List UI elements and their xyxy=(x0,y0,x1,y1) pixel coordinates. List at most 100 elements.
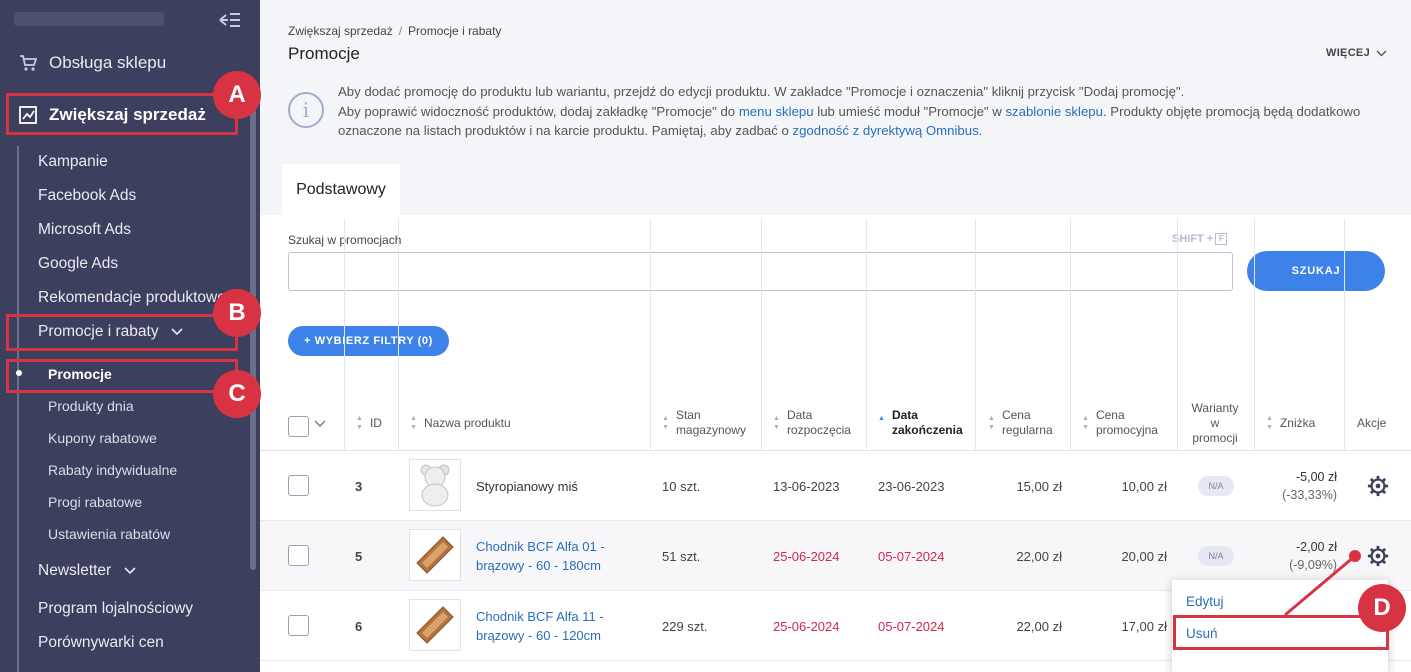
sidebar-item-product-recommendations[interactable]: Rekomendacje produktowe xyxy=(38,289,226,307)
table-row: 3 Styropianowy miś 10 szt. 13-06-2023 23… xyxy=(260,451,1411,521)
sidebar-sub-coupons[interactable]: Kupony rabatowe xyxy=(48,430,157,446)
column-divider xyxy=(1254,219,1255,451)
omnibus-link[interactable]: zgodność z dyrektywą Omnibus xyxy=(793,123,979,138)
sidebar-item-campaigns[interactable]: Kampanie xyxy=(38,153,108,171)
column-promo-price[interactable]: ▲ ▼ Cena promocyjna xyxy=(1082,395,1158,451)
sidebar-item-newsletter[interactable]: Newsletter xyxy=(38,562,136,580)
edit-menu-item[interactable]: Edytuj xyxy=(1186,594,1224,609)
column-divider xyxy=(344,219,345,451)
sidebar-item-microsoft-ads[interactable]: Microsoft Ads xyxy=(38,221,131,239)
product-thumbnail-rug[interactable] xyxy=(409,529,461,581)
info-text-part: lub umieść moduł "Promocje" w xyxy=(813,103,1006,119)
column-divider xyxy=(866,219,867,451)
column-discount[interactable]: ▲ ▼ Zniżka xyxy=(1266,395,1315,451)
cell-end-date: 23-06-2023 xyxy=(878,478,945,494)
column-label: Cena promocyjna xyxy=(1095,408,1158,437)
column-divider xyxy=(650,219,651,451)
sort-icon: ▲ ▼ xyxy=(988,415,995,431)
annotation-box-b xyxy=(6,314,238,351)
info-text: Aby dodać promocję do produktu lub waria… xyxy=(338,82,1398,141)
shortcut-key: F xyxy=(1215,233,1228,245)
cell-stock: 229 szt. xyxy=(662,618,708,634)
cell-regular-price: 22,00 zł xyxy=(1016,548,1062,564)
annotation-box-d xyxy=(1173,615,1389,650)
select-all-checkbox[interactable] xyxy=(288,416,309,437)
sort-icon: ▲ ▼ xyxy=(410,415,417,431)
sidebar-item-store-service[interactable]: Obsługa sklepu xyxy=(18,48,166,78)
more-button[interactable]: WIĘCEJ xyxy=(1326,47,1387,59)
cell-stock: 51 szt. xyxy=(662,548,701,564)
column-stock[interactable]: ▲ ▼ Stan magazynowy xyxy=(662,395,746,451)
sidebar-sub-products-of-day[interactable]: Produkty dnia xyxy=(48,398,134,414)
sidebar-item-label: Obsługa sklepu xyxy=(49,53,167,72)
column-label: Zniżka xyxy=(1279,415,1316,430)
row-checkbox[interactable] xyxy=(288,545,309,566)
cell-end-date: 05-07-2024 xyxy=(878,548,945,564)
column-start-date[interactable]: ▲ ▼ Data rozpoczęcia xyxy=(773,395,851,451)
info-text-part: . xyxy=(978,123,983,138)
more-label: WIĘCEJ xyxy=(1326,47,1370,59)
product-thumbnail-bear[interactable] xyxy=(409,459,461,511)
sidebar-sub-individual-discounts[interactable]: Rabaty indywidualne xyxy=(48,462,177,478)
cell-id: 5 xyxy=(355,548,363,564)
sidebar-item-price-comparison[interactable]: Porównywarki cen xyxy=(38,634,164,652)
cell-promo-price: 10,00 zł xyxy=(1121,478,1167,494)
cell-start-date: 25-06-2024 xyxy=(773,548,840,564)
annotation-badge-b: B xyxy=(213,289,261,337)
breadcrumb-root[interactable]: Zwiększaj sprzedaż xyxy=(288,24,393,38)
column-end-date[interactable]: ▲ Data zakończenia xyxy=(878,395,963,451)
product-name-link[interactable]: Chodnik BCF Alfa 01 - brązowy - 60 - 180c… xyxy=(476,521,646,591)
store-template-link[interactable]: szablonie sklepu xyxy=(1005,104,1103,119)
column-divider xyxy=(398,219,399,451)
keyboard-shortcut: SHIFT + F xyxy=(1172,233,1228,245)
info-line-2: Aby poprawić widoczność produktów, dodaj… xyxy=(338,102,1398,141)
cell-id: 3 xyxy=(355,478,363,494)
column-divider xyxy=(975,219,976,451)
breadcrumb-current[interactable]: Promocje i rabaty xyxy=(408,24,501,38)
cell-start-date: 25-06-2024 xyxy=(773,618,840,634)
gear-icon[interactable] xyxy=(1367,475,1389,497)
annotation-box-a xyxy=(6,93,238,135)
column-divider xyxy=(1344,219,1345,451)
column-id[interactable]: ▲ ▼ ID xyxy=(356,395,382,451)
cell-regular-price: 15,00 zł xyxy=(1016,478,1062,494)
cell-end-date: 05-07-2024 xyxy=(878,618,945,634)
column-label: Nazwa produktu xyxy=(423,415,511,430)
row-checkbox[interactable] xyxy=(288,615,309,636)
sidebar-item-label: Newsletter xyxy=(38,562,112,579)
product-thumbnail-rug[interactable] xyxy=(409,599,461,651)
annotation-box-c xyxy=(6,359,238,393)
row-checkbox[interactable] xyxy=(288,475,309,496)
sort-icon: ▲ ▼ xyxy=(662,415,669,431)
choose-filters-button[interactable]: + WYBIERZ FILTRY (0) xyxy=(288,326,449,356)
sort-icon: ▲ ▼ xyxy=(1082,415,1089,431)
column-divider xyxy=(1070,219,1071,451)
sidebar-sub-discount-thresholds[interactable]: Progi rabatowe xyxy=(48,494,142,510)
discount-percent: (-33,33%) xyxy=(1282,488,1337,502)
breadcrumb-separator: / xyxy=(398,24,403,38)
annotation-badge-c: C xyxy=(213,370,261,418)
sort-ascending-icon: ▲ xyxy=(878,415,885,422)
column-label: Cena regularna xyxy=(1001,408,1053,437)
column-label: Data zakończenia xyxy=(891,408,963,437)
chevron-down-icon[interactable] xyxy=(314,420,326,428)
search-button[interactable]: SZUKAJ xyxy=(1247,251,1385,291)
product-name-link[interactable]: Chodnik BCF Alfa 11 - brązowy - 60 - 120c… xyxy=(476,591,646,661)
sidebar-item-loyalty-program[interactable]: Program lojalnościowy xyxy=(38,600,193,618)
sidebar-item-google-ads[interactable]: Google Ads xyxy=(38,255,118,273)
chevron-down-icon xyxy=(123,567,136,575)
column-regular-price[interactable]: ▲ ▼ Cena regularna xyxy=(988,395,1053,451)
sidebar-item-facebook-ads[interactable]: Facebook Ads xyxy=(38,187,136,205)
tab-basic[interactable]: Podstawowy xyxy=(282,164,400,216)
cell-promo-price: 20,00 zł xyxy=(1121,548,1167,564)
sidebar-sub-discount-settings[interactable]: Ustawienia rabatów xyxy=(48,526,170,542)
column-product-name[interactable]: ▲ ▼ Nazwa produktu xyxy=(410,395,511,451)
store-menu-link[interactable]: menu sklepu xyxy=(739,104,814,119)
annotation-badge-d: D xyxy=(1358,584,1406,632)
column-divider xyxy=(761,219,762,451)
collapse-sidebar-icon[interactable] xyxy=(218,10,242,30)
sort-icon: ▲ ▼ xyxy=(1266,415,1273,431)
cell-promo-price: 17,00 zł xyxy=(1121,618,1167,634)
column-variants: Warianty w promocji xyxy=(1191,395,1239,451)
info-icon: i xyxy=(288,92,324,128)
